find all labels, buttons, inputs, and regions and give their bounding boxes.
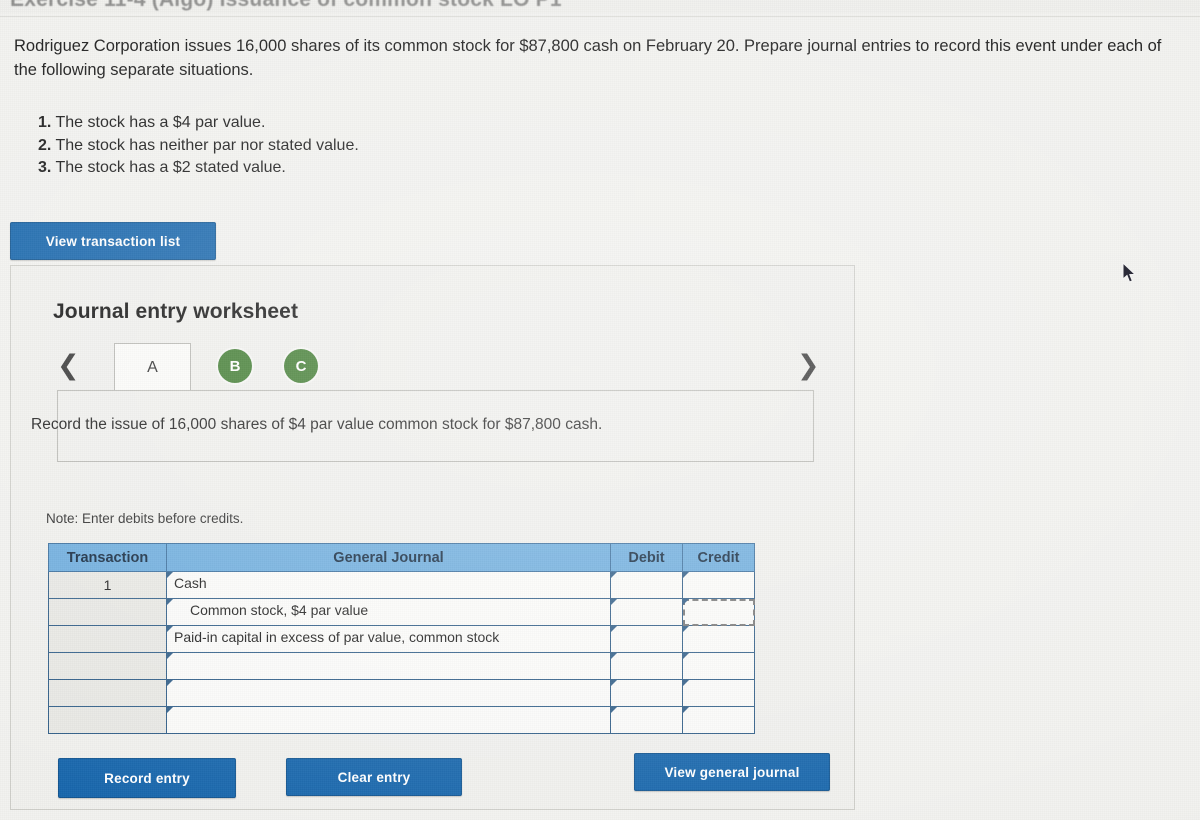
worksheet-prompt-text: Record the issue of 16,000 shares of $4 … xyxy=(31,416,603,433)
cell-account-select[interactable] xyxy=(166,706,611,734)
worksheet-title: Journal entry worksheet xyxy=(53,300,299,323)
cell-credit-input[interactable] xyxy=(682,679,755,707)
cut-off-window-header: Exercise 11-4 (Algo) Issuance of common … xyxy=(0,0,1200,13)
cut-off-header-text: Exercise 11-4 (Algo) Issuance of common … xyxy=(10,0,1200,10)
mouse-cursor-icon xyxy=(1122,262,1137,283)
account-label: Paid-in capital in excess of par value, … xyxy=(174,629,500,645)
dropdown-marker-icon xyxy=(167,626,173,632)
cell-transaction[interactable] xyxy=(48,706,167,734)
cell-debit-input[interactable] xyxy=(610,625,683,653)
debits-before-credits-note: Note: Enter debits before credits. xyxy=(46,511,244,526)
situation-item: 1. The stock has a $4 par value. xyxy=(38,112,738,135)
tab-c[interactable]: C xyxy=(284,349,318,383)
cell-account-select[interactable]: Common stock, $4 par value xyxy=(166,598,611,626)
cell-debit-input[interactable] xyxy=(610,679,683,707)
dropdown-marker-icon xyxy=(167,572,173,578)
situation-number: 3. xyxy=(38,159,52,176)
cell-account-select[interactable]: Paid-in capital in excess of par value, … xyxy=(166,625,611,653)
situations-list: 1. The stock has a $4 par value. 2. The … xyxy=(38,112,738,180)
dropdown-marker-icon xyxy=(167,707,173,713)
table-row: Paid-in capital in excess of par value, … xyxy=(48,625,755,653)
dropdown-marker-icon xyxy=(683,680,689,686)
cell-debit-input[interactable] xyxy=(610,571,683,599)
table-row: 1 Cash xyxy=(48,571,755,599)
dropdown-marker-icon xyxy=(683,572,689,578)
situation-number: 2. xyxy=(38,136,52,154)
cell-transaction[interactable] xyxy=(48,598,167,626)
cell-credit-input[interactable] xyxy=(682,652,755,680)
situation-text: The stock has a $2 stated value. xyxy=(55,159,286,176)
chevron-right-icon[interactable]: ❯ xyxy=(797,351,820,381)
cell-debit-input[interactable] xyxy=(610,652,683,680)
situation-number: 1. xyxy=(38,114,52,131)
column-header-credit: Credit xyxy=(682,543,755,572)
dropdown-marker-icon xyxy=(611,653,617,659)
column-header-general-journal: General Journal xyxy=(166,543,611,572)
situation-text: The stock has neither par nor stated val… xyxy=(55,136,359,154)
table-header-row: Transaction General Journal Debit Credit xyxy=(48,543,755,572)
header-divider xyxy=(0,16,1200,17)
table-row: Common stock, $4 par value xyxy=(48,598,755,626)
table-row xyxy=(48,679,755,707)
dropdown-marker-icon xyxy=(611,707,617,713)
account-label: Common stock, $4 par value xyxy=(190,602,369,618)
chevron-left-icon[interactable]: ❮ xyxy=(57,351,80,381)
dropdown-marker-icon xyxy=(611,626,617,632)
record-entry-button[interactable]: Record entry xyxy=(58,758,236,798)
dropdown-marker-icon xyxy=(167,680,173,686)
column-header-transaction: Transaction xyxy=(48,543,167,572)
dropdown-marker-icon xyxy=(167,599,173,605)
dropdown-marker-icon xyxy=(611,680,617,686)
cell-transaction[interactable]: 1 xyxy=(48,571,167,599)
view-transaction-list-button[interactable]: View transaction list xyxy=(10,222,216,260)
column-header-debit: Debit xyxy=(610,543,683,572)
cell-transaction[interactable] xyxy=(48,625,167,653)
table-row xyxy=(48,652,755,680)
dropdown-marker-icon xyxy=(611,599,617,605)
tab-a[interactable]: A xyxy=(114,343,191,391)
problem-statement: Rodriguez Corporation issues 16,000 shar… xyxy=(14,37,1162,79)
cell-transaction[interactable] xyxy=(48,652,167,680)
dropdown-marker-icon xyxy=(683,653,689,659)
journal-entry-table: Transaction General Journal Debit Credit… xyxy=(48,543,755,734)
cell-account-select[interactable]: Cash xyxy=(166,571,611,599)
dropdown-marker-icon xyxy=(683,599,689,605)
cell-credit-input[interactable] xyxy=(682,598,755,626)
dropdown-marker-icon xyxy=(683,707,689,713)
dropdown-marker-icon xyxy=(611,572,617,578)
cell-credit-input[interactable] xyxy=(682,706,755,734)
clear-entry-button[interactable]: Clear entry xyxy=(286,758,462,796)
tab-b[interactable]: B xyxy=(218,349,252,383)
cell-debit-input[interactable] xyxy=(610,598,683,626)
view-general-journal-button[interactable]: View general journal xyxy=(634,753,830,791)
cell-credit-input[interactable] xyxy=(682,625,755,653)
worksheet-tab-strip: ❮ A B C ❯ xyxy=(47,343,822,391)
journal-entry-worksheet-panel: Journal entry worksheet ❮ A B C ❯ Record… xyxy=(10,265,855,810)
cell-account-select[interactable] xyxy=(166,652,611,680)
cell-credit-input[interactable] xyxy=(682,571,755,599)
situation-text: The stock has a $4 par value. xyxy=(55,114,266,131)
situation-item: 3. The stock has a $2 stated value. xyxy=(38,157,738,180)
cell-transaction[interactable] xyxy=(48,679,167,707)
dropdown-marker-icon xyxy=(683,626,689,632)
account-label: Cash xyxy=(174,575,207,591)
cell-account-select[interactable] xyxy=(166,679,611,707)
dropdown-marker-icon xyxy=(167,653,173,659)
table-row xyxy=(48,706,755,734)
cell-debit-input[interactable] xyxy=(610,706,683,734)
situation-item: 2. The stock has neither par nor stated … xyxy=(38,135,738,158)
